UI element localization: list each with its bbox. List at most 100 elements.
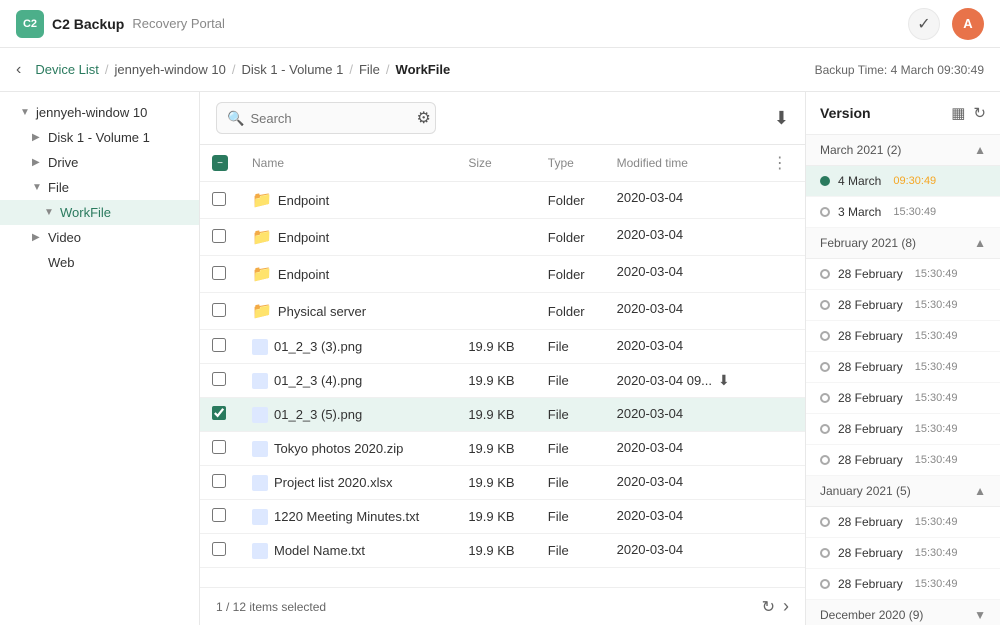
version-group-header[interactable]: December 2020 (9) ▼ bbox=[806, 600, 1000, 625]
version-item[interactable]: 28 February 15:30:49 bbox=[806, 569, 1000, 600]
row-checkbox[interactable] bbox=[212, 474, 226, 488]
version-time: 15:30:49 bbox=[915, 516, 958, 528]
sidebar-label: File bbox=[48, 180, 69, 195]
breadcrumb-disk[interactable]: Disk 1 - Volume 1 bbox=[241, 62, 343, 77]
select-all-checkbox[interactable]: − bbox=[212, 155, 228, 171]
breadcrumb-window[interactable]: jennyeh-window 10 bbox=[115, 62, 226, 77]
row-name: 01_2_3 (5).png bbox=[240, 398, 456, 432]
sidebar-item-web[interactable]: Web bbox=[0, 250, 199, 275]
row-checkbox[interactable] bbox=[212, 192, 226, 206]
version-time: 09:30:49 bbox=[893, 175, 936, 187]
row-name: 01_2_3 (4).png bbox=[240, 364, 456, 398]
row-checkbox-cell[interactable] bbox=[200, 500, 240, 534]
avatar[interactable]: A bbox=[952, 8, 984, 40]
version-group: March 2021 (2) ▲ 4 March 09:30:49 3 Marc… bbox=[806, 135, 1000, 228]
table-row: 📁Endpoint Folder 2020-03-04 bbox=[200, 182, 805, 219]
filter-icon[interactable]: ⚙ bbox=[416, 108, 430, 128]
calendar-icon[interactable]: ▦ bbox=[951, 104, 965, 122]
row-checkbox[interactable] bbox=[212, 372, 226, 386]
row-modified: 2020-03-04 bbox=[605, 293, 760, 324]
row-checkbox-cell[interactable] bbox=[200, 182, 240, 219]
refresh-button[interactable]: ↻ bbox=[762, 597, 775, 617]
version-item[interactable]: 28 February 15:30:49 bbox=[806, 321, 1000, 352]
version-date: 28 February bbox=[838, 453, 903, 467]
row-checkbox-cell[interactable] bbox=[200, 293, 240, 330]
row-checkbox-cell[interactable] bbox=[200, 256, 240, 293]
row-checkbox[interactable] bbox=[212, 508, 226, 522]
sidebar-label: Disk 1 - Volume 1 bbox=[48, 130, 150, 145]
version-item[interactable]: 3 March 15:30:49 bbox=[806, 197, 1000, 228]
row-checkbox-cell[interactable] bbox=[200, 432, 240, 466]
table-header: − Name Size Type Modified time ⋮ bbox=[200, 145, 805, 182]
version-group: February 2021 (8) ▲ 28 February 15:30:49… bbox=[806, 228, 1000, 476]
version-time: 15:30:49 bbox=[915, 330, 958, 342]
refresh-icon[interactable]: ↻ bbox=[973, 104, 986, 122]
version-item[interactable]: 28 February 15:30:49 bbox=[806, 259, 1000, 290]
row-actions bbox=[760, 256, 805, 293]
row-checkbox[interactable] bbox=[212, 406, 226, 420]
row-name: 📁Endpoint bbox=[240, 219, 456, 256]
row-actions bbox=[760, 364, 805, 398]
row-checkbox-cell[interactable] bbox=[200, 219, 240, 256]
download-row-button[interactable]: ⬇ bbox=[718, 372, 730, 389]
row-checkbox[interactable] bbox=[212, 303, 226, 317]
version-header: Version ▦ ↻ bbox=[806, 92, 1000, 135]
row-checkbox[interactable] bbox=[212, 229, 226, 243]
version-item[interactable]: 28 February 15:30:49 bbox=[806, 414, 1000, 445]
version-dot bbox=[820, 176, 830, 186]
row-checkbox-cell[interactable] bbox=[200, 534, 240, 568]
sidebar-item-disk[interactable]: ▶ Disk 1 - Volume 1 bbox=[0, 125, 199, 150]
search-input[interactable] bbox=[250, 111, 410, 126]
version-date: 28 February bbox=[838, 298, 903, 312]
sidebar: ▼ jennyeh-window 10 ▶ Disk 1 - Volume 1 … bbox=[0, 92, 200, 625]
breadcrumb-device-list[interactable]: Device List bbox=[35, 62, 99, 77]
version-group-header[interactable]: March 2021 (2) ▲ bbox=[806, 135, 1000, 166]
version-group-header[interactable]: January 2021 (5) ▲ bbox=[806, 476, 1000, 507]
version-group-arrow: ▲ bbox=[974, 236, 986, 250]
version-time: 15:30:49 bbox=[915, 423, 958, 435]
next-button[interactable]: › bbox=[783, 596, 789, 617]
table-row: Project list 2020.xlsx 19.9 KB File 2020… bbox=[200, 466, 805, 500]
row-type: File bbox=[536, 534, 605, 568]
version-group-label: March 2021 (2) bbox=[820, 143, 901, 157]
row-checkbox-cell[interactable] bbox=[200, 364, 240, 398]
sidebar-item-window[interactable]: ▼ jennyeh-window 10 bbox=[0, 100, 199, 125]
row-checkbox-cell[interactable] bbox=[200, 330, 240, 364]
file-icon bbox=[252, 475, 268, 491]
row-type: File bbox=[536, 500, 605, 534]
sidebar-label: Video bbox=[48, 230, 81, 245]
version-item[interactable]: 28 February 15:30:49 bbox=[806, 383, 1000, 414]
back-button[interactable]: ‹ bbox=[16, 61, 21, 79]
row-checkbox[interactable] bbox=[212, 338, 226, 352]
version-item[interactable]: 28 February 15:30:49 bbox=[806, 507, 1000, 538]
row-checkbox-cell[interactable] bbox=[200, 398, 240, 432]
breadcrumb-file[interactable]: File bbox=[359, 62, 380, 77]
version-item[interactable]: 28 February 15:30:49 bbox=[806, 290, 1000, 321]
version-item[interactable]: 28 February 15:30:49 bbox=[806, 352, 1000, 383]
sidebar-item-drive[interactable]: ▶ Drive bbox=[0, 150, 199, 175]
sidebar-item-video[interactable]: ▶ Video bbox=[0, 225, 199, 250]
row-actions bbox=[760, 500, 805, 534]
version-item[interactable]: 28 February 15:30:49 bbox=[806, 445, 1000, 476]
file-toolbar: 🔍 ⚙ ⬇ bbox=[200, 92, 805, 145]
table-row: 01_2_3 (4).png 19.9 KB File 2020-03-04 0… bbox=[200, 364, 805, 398]
search-box[interactable]: 🔍 ⚙ bbox=[216, 102, 436, 134]
version-date: 28 February bbox=[838, 391, 903, 405]
sidebar-item-file[interactable]: ▼ File bbox=[0, 175, 199, 200]
version-item[interactable]: 4 March 09:30:49 bbox=[806, 166, 1000, 197]
more-options-icon[interactable]: ⋮ bbox=[772, 155, 788, 172]
sidebar-item-workfile[interactable]: ▼ WorkFile bbox=[0, 200, 199, 225]
notification-button[interactable]: ✓ bbox=[908, 8, 940, 40]
row-checkbox[interactable] bbox=[212, 542, 226, 556]
download-button[interactable]: ⬇ bbox=[774, 108, 789, 129]
version-groups: March 2021 (2) ▲ 4 March 09:30:49 3 Marc… bbox=[806, 135, 1000, 625]
row-checkbox-cell[interactable] bbox=[200, 466, 240, 500]
version-date: 28 February bbox=[838, 329, 903, 343]
sidebar-label: Web bbox=[48, 255, 75, 270]
row-size bbox=[456, 256, 535, 293]
row-checkbox[interactable] bbox=[212, 440, 226, 454]
row-checkbox[interactable] bbox=[212, 266, 226, 280]
version-group-header[interactable]: February 2021 (8) ▲ bbox=[806, 228, 1000, 259]
select-all-header[interactable]: − bbox=[200, 145, 240, 182]
version-item[interactable]: 28 February 15:30:49 bbox=[806, 538, 1000, 569]
